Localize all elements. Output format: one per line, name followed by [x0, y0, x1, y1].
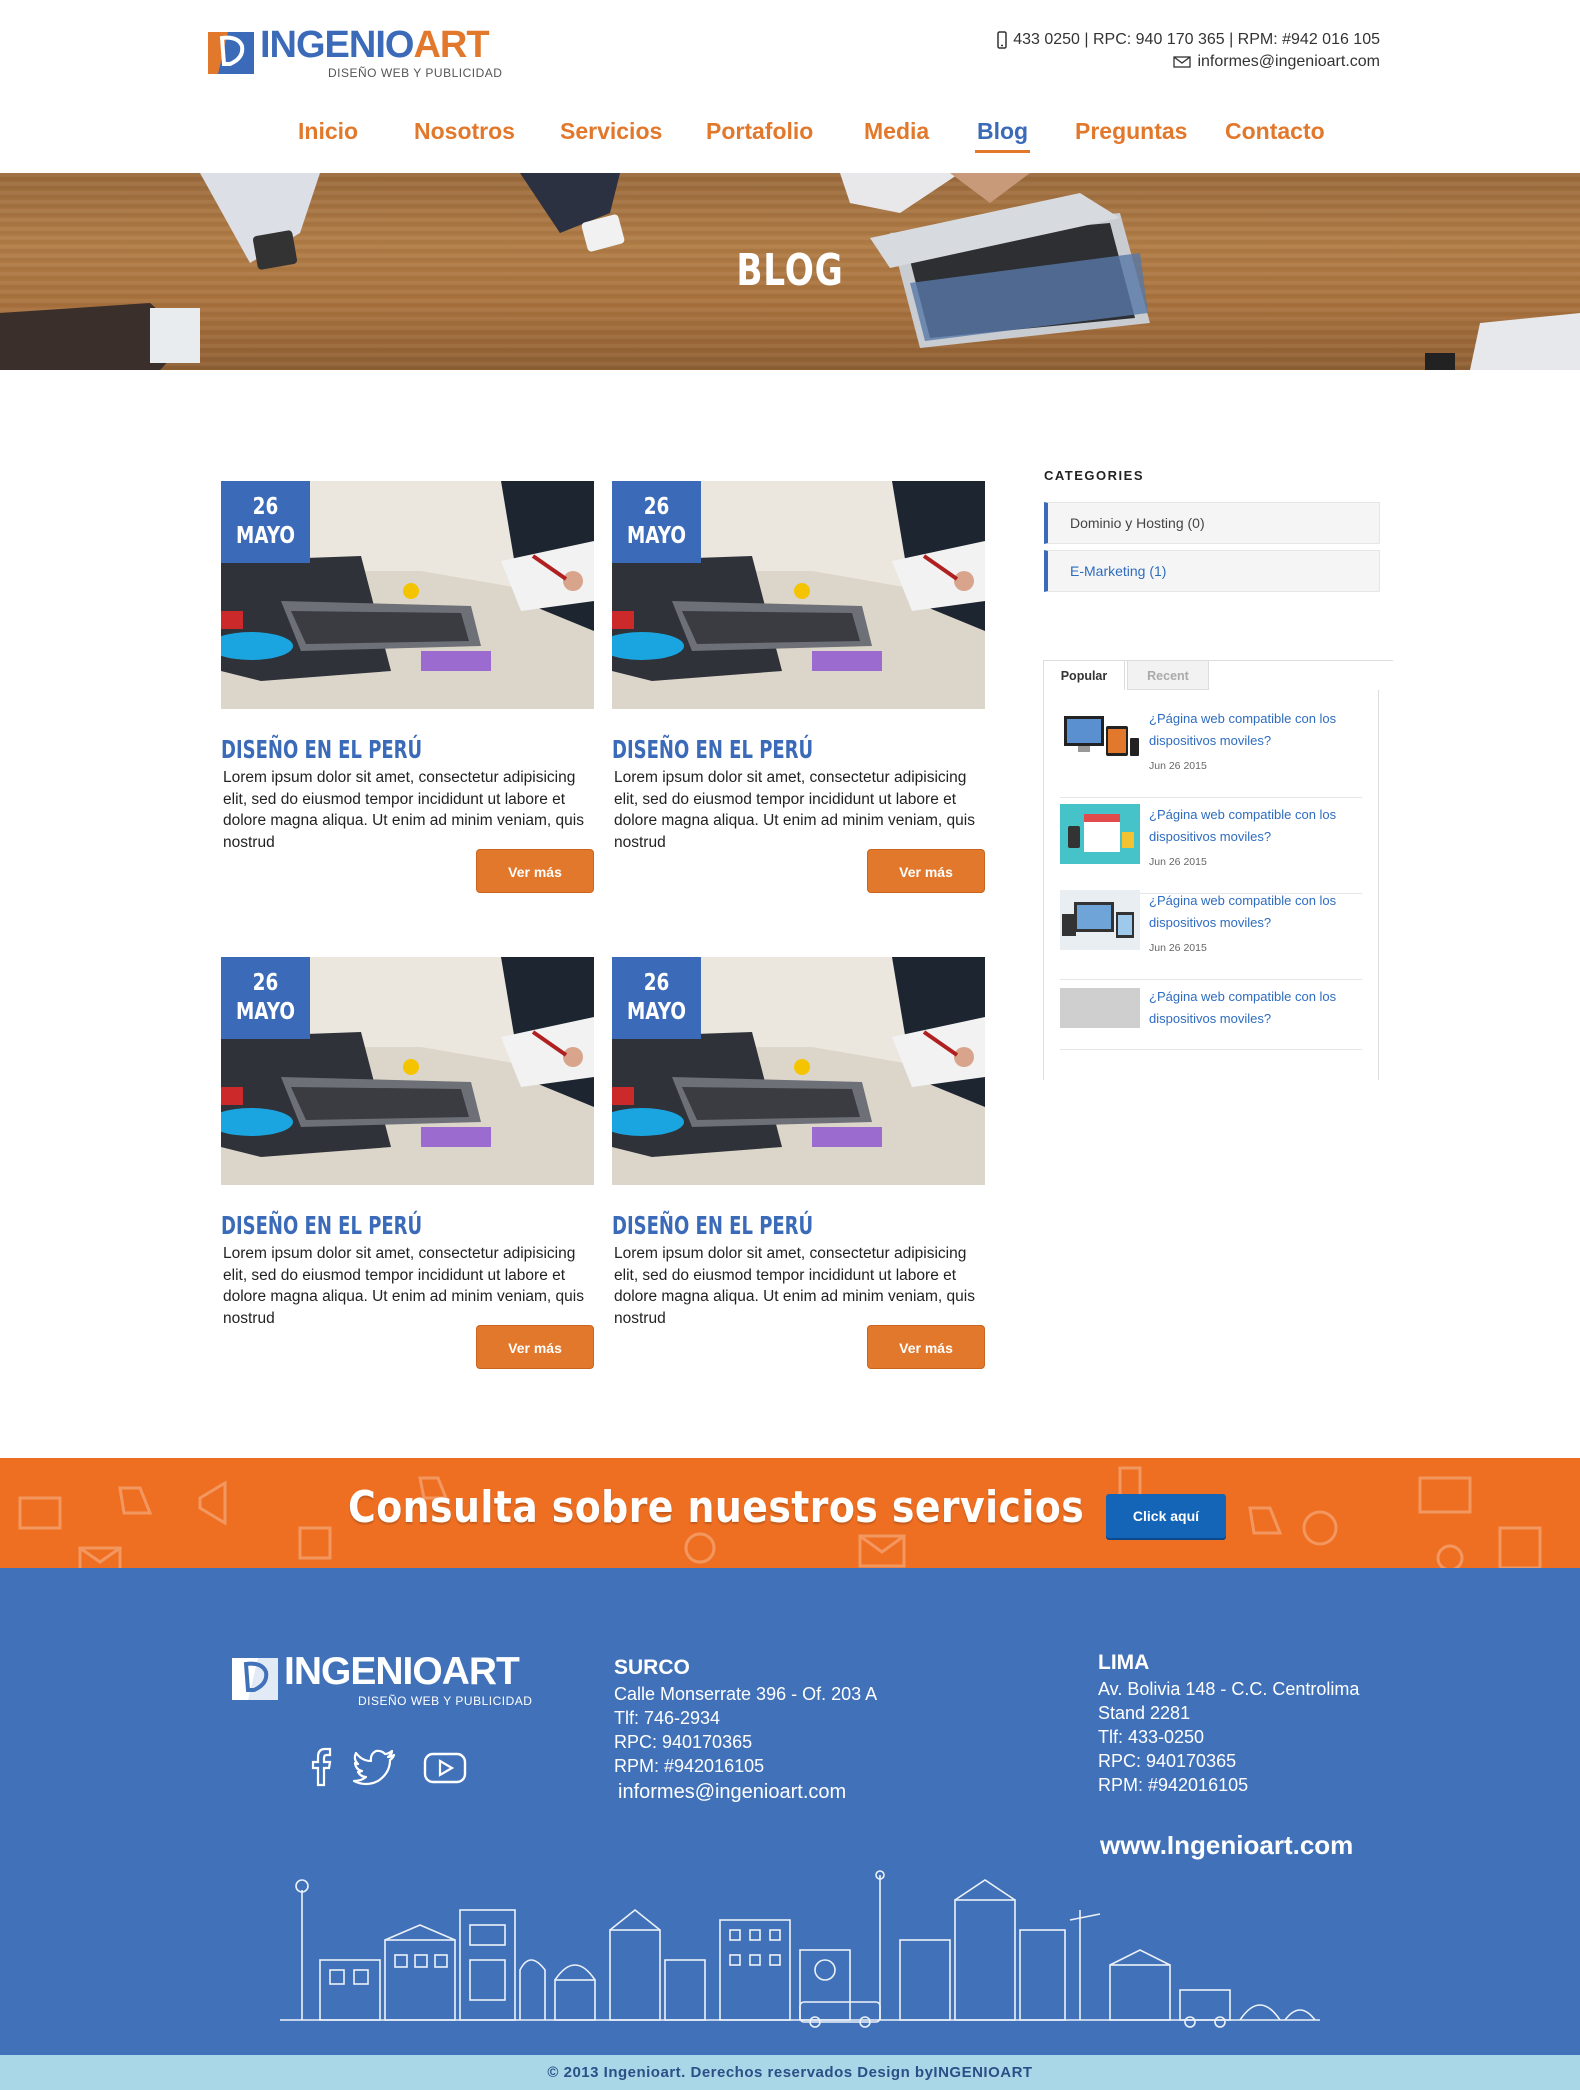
lima-street: Av. Bolivia 148 - C.C. Centrolima [1098, 1679, 1360, 1699]
nav-item-portafolio[interactable]: Portafolio [706, 118, 813, 145]
twitter-icon[interactable] [352, 1745, 398, 1789]
post-title[interactable]: DISEÑO EN EL PERÚ [221, 1211, 422, 1240]
youtube-icon[interactable] [422, 1745, 468, 1789]
envelope-icon [1173, 56, 1192, 68]
popular-post-title[interactable]: ¿Página web compatible con los dispositi… [1149, 804, 1359, 848]
post-date-badge: 26 MAYO [221, 957, 310, 1039]
tab-popular[interactable]: Popular [1043, 660, 1125, 690]
blog-post-card: 26 MAYO DISEÑO EN EL PERÚ Lorem ipsum do… [221, 957, 594, 1369]
read-more-button[interactable]: Ver más [476, 1325, 594, 1369]
shop-illustration-thumbnail [1060, 804, 1140, 864]
nav-item-blog[interactable]: Blog [974, 118, 1031, 153]
copyright-bar: © 2013 Ingenioart. Derechos reservados D… [0, 2055, 1580, 2090]
page-title: BLOG [736, 245, 844, 296]
facebook-icon[interactable] [306, 1745, 336, 1789]
lima-rpm: RPM: #942016105 [1098, 1775, 1249, 1795]
post-day: 26 [643, 970, 670, 996]
post-date-badge: 26 MAYO [612, 957, 701, 1039]
nav-item-inicio[interactable]: Inicio [298, 118, 358, 145]
lima-phone: Tlf: 433-0250 [1098, 1727, 1205, 1747]
post-excerpt: Lorem ipsum dolor sit amet, consectetur … [614, 769, 975, 851]
nav-item-preguntas[interactable]: Preguntas [1075, 118, 1187, 145]
mobile-phone-icon [997, 31, 1007, 49]
post-date-badge: 26 MAYO [612, 481, 701, 563]
header-phone: 433 0250 | RPC: 940 170 365 | RPM: #942 … [1013, 31, 1380, 48]
surco-heading: SURCO [614, 1656, 690, 1679]
post-day: 26 [252, 494, 279, 520]
devices-city-thumbnail [1060, 890, 1140, 950]
category-e-marketing[interactable]: E-Marketing (1) [1044, 550, 1380, 592]
hero-banner: BLOG [0, 173, 1580, 370]
popular-post-item[interactable]: ¿Página web compatible con los dispositi… [1060, 988, 1362, 1050]
responsive-devices-thumbnail [1060, 708, 1140, 768]
category-dominio-hosting[interactable]: Dominio y Hosting (0) [1044, 502, 1380, 544]
post-excerpt: Lorem ipsum dolor sit amet, consectetur … [223, 769, 584, 851]
popular-post-item[interactable]: ¿Página web compatible con los dispositi… [1060, 708, 1362, 798]
site-header: INGENIOART DISEÑO WEB Y PUBLICIDAD 433 0… [0, 0, 1580, 173]
lima-stand: Stand 2281 [1098, 1703, 1191, 1723]
footer-lima-address: LIMA Av. Bolivia 148 - C.C. Centrolima S… [1098, 1649, 1359, 1797]
read-more-button[interactable]: Ver más [476, 849, 594, 893]
tab-panel-popular: ¿Página web compatible con los dispositi… [1043, 690, 1379, 1080]
surco-email[interactable]: informes@ingenioart.com [618, 1778, 877, 1806]
footer-logo-mark-icon [232, 1658, 278, 1700]
nav-item-servicios[interactable]: Servicios [560, 118, 662, 145]
footer-logo[interactable]: INGENIOART DISEÑO WEB Y PUBLICIDAD [232, 1650, 533, 1710]
nav-item-media[interactable]: Media [864, 118, 929, 145]
surco-rpm: RPM: #942016105 [614, 1756, 765, 1776]
logo-wordmark: INGENIOART [260, 24, 490, 66]
footer-logo-tagline: DISEÑO WEB Y PUBLICIDAD [358, 1694, 533, 1708]
popular-post-date: Jun 26 2015 [1149, 856, 1207, 868]
nav-item-contacto[interactable]: Contacto [1225, 118, 1325, 145]
tab-recent[interactable]: Recent [1127, 660, 1209, 690]
footer-website-link[interactable]: www.Ingenioart.com [1100, 1830, 1353, 1861]
lima-heading: LIMA [1098, 1651, 1150, 1674]
post-day: 26 [252, 970, 279, 996]
surco-phone: Tlf: 746-2934 [614, 1708, 721, 1728]
blog-post-card: 26 MAYO DISEÑO EN EL PERÚ Lorem ipsum do… [612, 481, 985, 893]
post-title[interactable]: DISEÑO EN EL PERÚ [221, 735, 422, 764]
placeholder-thumbnail [1060, 988, 1140, 1028]
popular-post-title[interactable]: ¿Página web compatible con los dispositi… [1149, 890, 1359, 934]
cta-heading: Consulta sobre nuestros servicios [348, 1482, 1085, 1533]
popular-post-date: Jun 26 2015 [1149, 760, 1207, 772]
categories-heading: CATEGORIES [1044, 468, 1144, 483]
main-nav: Inicio Nosotros Servicios Portafolio Med… [0, 118, 1580, 158]
surco-rpc: RPC: 940170365 [614, 1732, 753, 1752]
post-excerpt: Lorem ipsum dolor sit amet, consectetur … [223, 1245, 584, 1327]
popular-post-date: Jun 26 2015 [1149, 942, 1207, 954]
site-logo[interactable]: INGENIOART DISEÑO WEB Y PUBLICIDAD [208, 24, 502, 82]
logo-tagline: DISEÑO WEB Y PUBLICIDAD [328, 66, 503, 80]
header-contact: 433 0250 | RPC: 940 170 365 | RPM: #942 … [997, 29, 1380, 73]
posts-tabs-widget: Popular Recent ¿Página web compatible co… [1043, 660, 1393, 1080]
surco-street: Calle Monserrate 396 - Of. 203 A [614, 1684, 878, 1704]
popular-post-title[interactable]: ¿Página web compatible con los dispositi… [1149, 708, 1359, 752]
post-title[interactable]: DISEÑO EN EL PERÚ [612, 735, 813, 764]
click-here-button[interactable]: Click aquí [1106, 1494, 1226, 1538]
post-month: MAYO [626, 999, 687, 1025]
post-date-badge: 26 MAYO [221, 481, 310, 563]
city-skyline-illustration [280, 1870, 1320, 2028]
post-month: MAYO [235, 523, 296, 549]
nav-item-nosotros[interactable]: Nosotros [414, 118, 515, 145]
post-day: 26 [643, 494, 670, 520]
read-more-button[interactable]: Ver más [867, 1325, 985, 1369]
blog-post-card: 26 MAYO DISEÑO EN EL PERÚ Lorem ipsum do… [612, 957, 985, 1369]
header-email[interactable]: informes@ingenioart.com [1197, 51, 1380, 73]
popular-post-title[interactable]: ¿Página web compatible con los dispositi… [1149, 986, 1359, 1030]
post-month: MAYO [235, 999, 296, 1025]
post-title[interactable]: DISEÑO EN EL PERÚ [612, 1211, 813, 1240]
post-month: MAYO [626, 523, 687, 549]
popular-post-item[interactable]: ¿Página web compatible con los dispositi… [1060, 890, 1362, 980]
lima-rpc: RPC: 940170365 [1098, 1751, 1237, 1771]
popular-post-item[interactable]: ¿Página web compatible con los dispositi… [1060, 804, 1362, 894]
logo-mark-icon [208, 32, 254, 74]
footer-surco-address: SURCO Calle Monserrate 396 - Of. 203 A T… [614, 1654, 877, 1806]
torn-paper-edge [0, 1572, 1580, 1592]
read-more-button[interactable]: Ver más [867, 849, 985, 893]
post-excerpt: Lorem ipsum dolor sit amet, consectetur … [614, 1245, 975, 1327]
blog-post-card: 26 MAYO DISEÑO EN EL PERÚ Lorem ipsum do… [221, 481, 594, 893]
footer-logo-wordmark: INGENIOART [284, 1650, 520, 1693]
